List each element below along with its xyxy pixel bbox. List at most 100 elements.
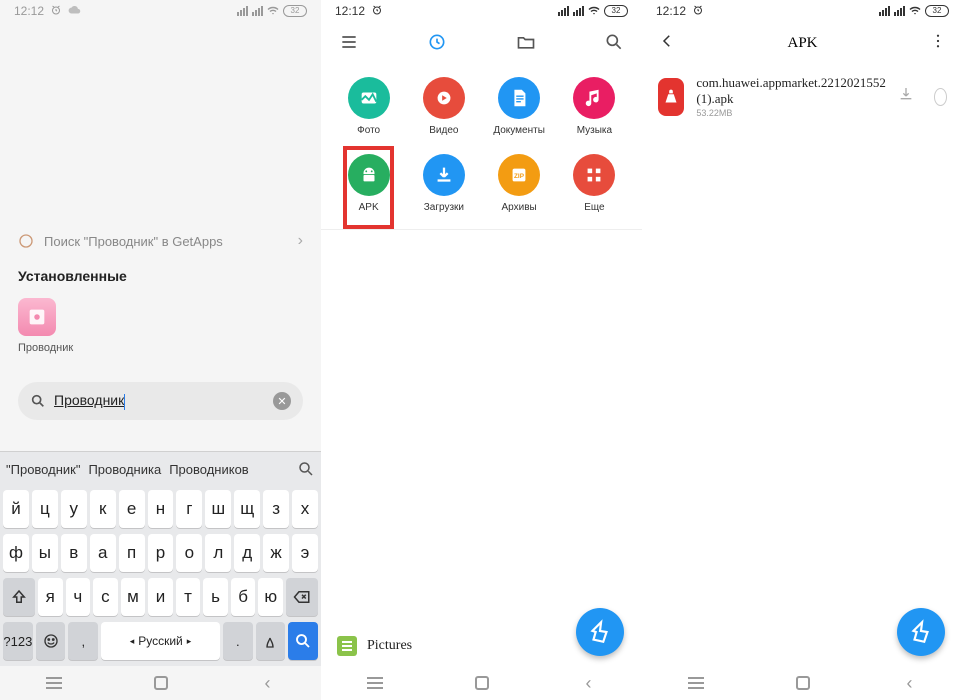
voice-key[interactable] xyxy=(256,622,286,660)
key-т[interactable]: т xyxy=(176,578,201,616)
key-с[interactable]: с xyxy=(93,578,118,616)
keyboard: "Проводник" Проводника Проводников йцуке… xyxy=(0,451,321,666)
category-музыка[interactable]: Музыка xyxy=(557,77,632,136)
nav-home[interactable] xyxy=(150,672,172,694)
key-о[interactable]: о xyxy=(176,534,202,572)
search-icon xyxy=(30,393,46,409)
key-ж[interactable]: ж xyxy=(263,534,289,572)
key-ы[interactable]: ы xyxy=(32,534,58,572)
menu-icon[interactable] xyxy=(339,32,359,57)
nav-home[interactable] xyxy=(471,672,493,694)
nav-back[interactable]: ‹ xyxy=(257,672,279,694)
kb-suggestion[interactable]: "Проводник" xyxy=(6,462,80,477)
recent-tab-icon[interactable] xyxy=(427,32,447,57)
apk-file-icon xyxy=(658,78,684,116)
more-icon[interactable] xyxy=(929,32,947,55)
key-ь[interactable]: ь xyxy=(203,578,228,616)
comma-key[interactable]: , xyxy=(68,622,98,660)
key-к[interactable]: к xyxy=(90,490,116,528)
key-ф[interactable]: ф xyxy=(3,534,29,572)
key-э[interactable]: э xyxy=(292,534,318,572)
category-архивы[interactable]: ZIPАрхивы xyxy=(482,154,557,213)
key-е[interactable]: е xyxy=(119,490,145,528)
installed-app[interactable]: Проводник xyxy=(0,284,321,368)
pictures-label: Pictures xyxy=(367,638,412,654)
key-г[interactable]: г xyxy=(176,490,202,528)
keyboard-suggestions[interactable]: "Проводник" Проводника Проводников xyxy=(0,452,321,486)
file-manager-tabs xyxy=(321,22,642,67)
clean-fab[interactable] xyxy=(576,608,624,656)
nav-recents[interactable] xyxy=(685,672,707,694)
kb-suggestion[interactable]: Проводников xyxy=(169,462,249,477)
key-й[interactable]: й xyxy=(3,490,29,528)
key-д[interactable]: д xyxy=(234,534,260,572)
category-видео[interactable]: Видео xyxy=(406,77,481,136)
key-х[interactable]: х xyxy=(292,490,318,528)
category-фото[interactable]: Фото xyxy=(331,77,406,136)
category-label: Музыка xyxy=(577,125,612,136)
search-icon[interactable] xyxy=(604,32,624,57)
nav-recents[interactable] xyxy=(364,672,386,694)
nav-back[interactable]: ‹ xyxy=(578,672,600,694)
shift-key[interactable] xyxy=(3,578,35,616)
key-и[interactable]: и xyxy=(148,578,173,616)
wifi-icon xyxy=(267,4,279,18)
battery-icon: 32 xyxy=(604,5,628,17)
nav-home[interactable] xyxy=(792,672,814,694)
download-icon[interactable] xyxy=(898,86,914,107)
search-input[interactable]: Проводник ✕ xyxy=(18,382,303,420)
category-icon xyxy=(573,77,615,119)
kb-suggestion[interactable]: Проводника xyxy=(88,462,161,477)
key-л[interactable]: л xyxy=(205,534,231,572)
alarm-icon xyxy=(371,4,383,19)
key-р[interactable]: р xyxy=(148,534,174,572)
apk-file-size: 53.22MB xyxy=(696,108,886,118)
category-icon xyxy=(498,77,540,119)
key-у[interactable]: у xyxy=(61,490,87,528)
category-label: Фото xyxy=(357,125,380,136)
key-з[interactable]: з xyxy=(263,490,289,528)
category-загрузки[interactable]: Загрузки xyxy=(406,154,481,213)
category-apk[interactable]: APK xyxy=(331,154,406,213)
apk-item[interactable]: com.huawei.appmarket.2212021552 (1).apk … xyxy=(642,65,963,128)
installed-app-label: Проводник xyxy=(18,342,303,354)
key-ч[interactable]: ч xyxy=(66,578,91,616)
key-н[interactable]: н xyxy=(148,490,174,528)
emoji-key[interactable] xyxy=(36,622,66,660)
key-п[interactable]: п xyxy=(119,534,145,572)
search-icon[interactable] xyxy=(297,460,315,478)
numbers-key[interactable]: ?123 xyxy=(3,622,33,660)
clean-fab[interactable] xyxy=(897,608,945,656)
period-key[interactable]: . xyxy=(223,622,253,660)
status-bar: 12:12 32 xyxy=(321,0,642,22)
key-б[interactable]: б xyxy=(231,578,256,616)
search-in-getapps-row[interactable]: Поиск "Проводник" в GetApps › xyxy=(0,222,321,260)
key-м[interactable]: м xyxy=(121,578,146,616)
select-radio[interactable] xyxy=(934,88,947,106)
nav-back[interactable]: ‹ xyxy=(899,672,921,694)
key-щ[interactable]: щ xyxy=(234,490,260,528)
screen-apk-list: 12:12 32 APK com.huawei.appmarket.221202… xyxy=(642,0,963,700)
pictures-icon xyxy=(337,636,357,656)
space-key[interactable]: ◂Русский▸ xyxy=(101,622,220,660)
back-icon[interactable] xyxy=(658,32,676,55)
cloud-icon xyxy=(68,4,82,18)
key-в[interactable]: в xyxy=(61,534,87,572)
status-time: 12:12 xyxy=(14,4,44,18)
key-ш[interactable]: ш xyxy=(205,490,231,528)
alarm-icon xyxy=(692,4,704,19)
folder-tab-icon[interactable] xyxy=(516,32,536,57)
search-key[interactable] xyxy=(288,622,318,660)
key-я[interactable]: я xyxy=(38,578,63,616)
backspace-key[interactable] xyxy=(286,578,318,616)
wifi-icon xyxy=(909,4,921,18)
search-value: Проводник xyxy=(54,392,265,409)
key-ц[interactable]: ц xyxy=(32,490,58,528)
nav-recents[interactable] xyxy=(43,672,65,694)
key-а[interactable]: а xyxy=(90,534,116,572)
getapps-icon xyxy=(18,233,34,249)
key-ю[interactable]: ю xyxy=(258,578,283,616)
clear-icon[interactable]: ✕ xyxy=(273,392,291,410)
category-документы[interactable]: Документы xyxy=(482,77,557,136)
category-еще[interactable]: Еще xyxy=(557,154,632,213)
